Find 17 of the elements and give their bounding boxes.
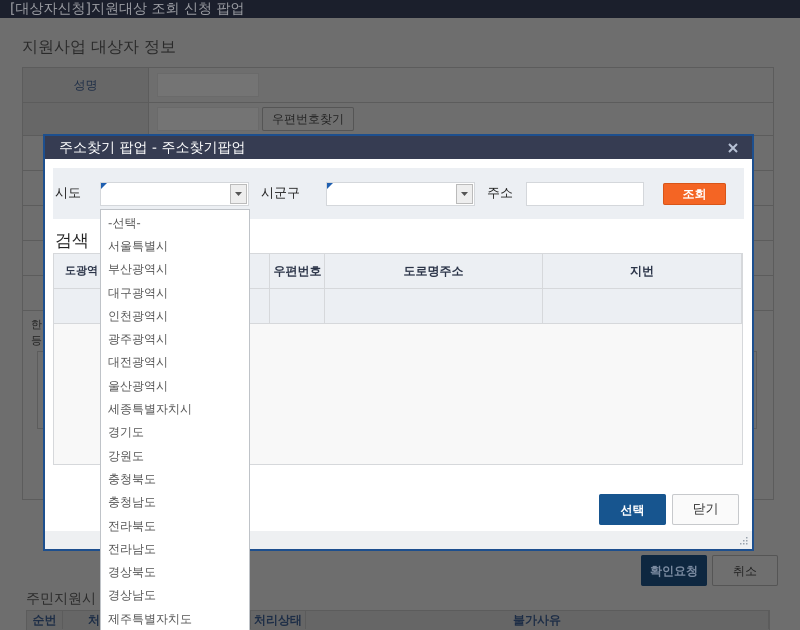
column-header: 순번 <box>27 611 63 629</box>
dialog-title: 주소찾기 팝업 - 주소찾기팝업 <box>59 140 246 154</box>
section-title: 지원사업 대상자 정보 <box>22 36 178 58</box>
column-header: 불가사유 <box>306 611 769 629</box>
filter-label: 시도 <box>55 184 82 203</box>
window-title: [대상자신청]지원대상 조회 신청 팝업 <box>10 2 244 16</box>
filter-label: 주소 <box>487 184 514 203</box>
filter-label: 시군구 <box>261 184 301 203</box>
note-text: 한 <box>31 317 42 333</box>
list-title: 주민지원시 <box>26 590 96 609</box>
column-header: 처리상태 <box>251 611 306 629</box>
note-text: 등 <box>31 333 42 349</box>
column-header: 도로명주소 <box>325 254 543 288</box>
field-label: 성명 <box>23 68 149 102</box>
column-header: 우편번호 <box>270 254 326 288</box>
column-header: 지번 <box>542 254 742 288</box>
results-title: 검색 <box>55 230 89 252</box>
